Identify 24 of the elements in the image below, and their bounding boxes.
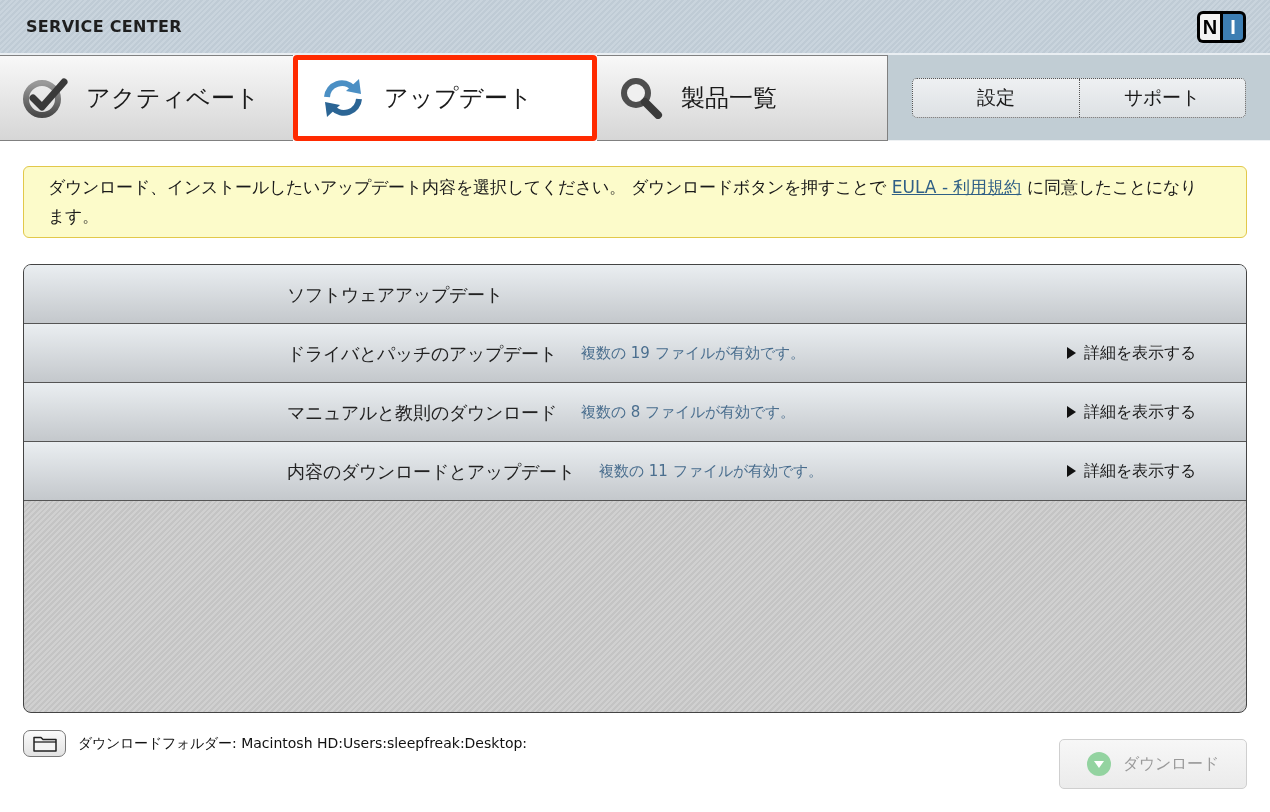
folder-button[interactable] [23,730,66,757]
details-toggle[interactable]: 詳細を表示する [1067,459,1196,483]
row-title: マニュアルと教則のダウンロード [287,400,557,425]
details-toggle[interactable]: 詳細を表示する [1067,341,1196,365]
search-icon [619,77,663,119]
check-circle-icon [22,77,68,119]
toolbar-button[interactable]: サポート [1078,78,1245,117]
folder-icon [32,735,57,752]
logo: N I [1197,10,1246,43]
section-title: ソフトウェアアップデート [287,282,503,307]
notice-text: ダウンロード、インストールしたいアップデート内容を選択してください。 ダウンロードボタンを押すことで EULA - 利用規約 に同意したことになります。 [48,176,1198,228]
row-title: 内容のダウンロードとアップデート [287,459,575,484]
tab[interactable]: 製品一覧 [597,55,887,141]
file-count: 複数の 19 ファイルが有効です。 [581,342,805,364]
tab[interactable]: アクティベート [0,55,293,141]
app-title: SERVICE CENTER [26,15,182,38]
download-folder-path: ダウンロードフォルダー: Macintosh HD:Users:sleepfreak:Desktop: [78,734,528,753]
toolbar-button[interactable]: 設定 [913,78,1079,117]
tab[interactable]: アップデート [293,55,597,141]
eula-link[interactable]: EULA - 利用規約 [891,177,1022,197]
details-toggle[interactable]: 詳細を表示する [1067,400,1196,424]
file-count: 複数の 11 ファイルが有効です。 [599,460,823,482]
row-title: ドライバとパッチのアップデート [287,341,557,366]
file-count: 複数の 8 ファイルが有効です。 [581,401,796,423]
